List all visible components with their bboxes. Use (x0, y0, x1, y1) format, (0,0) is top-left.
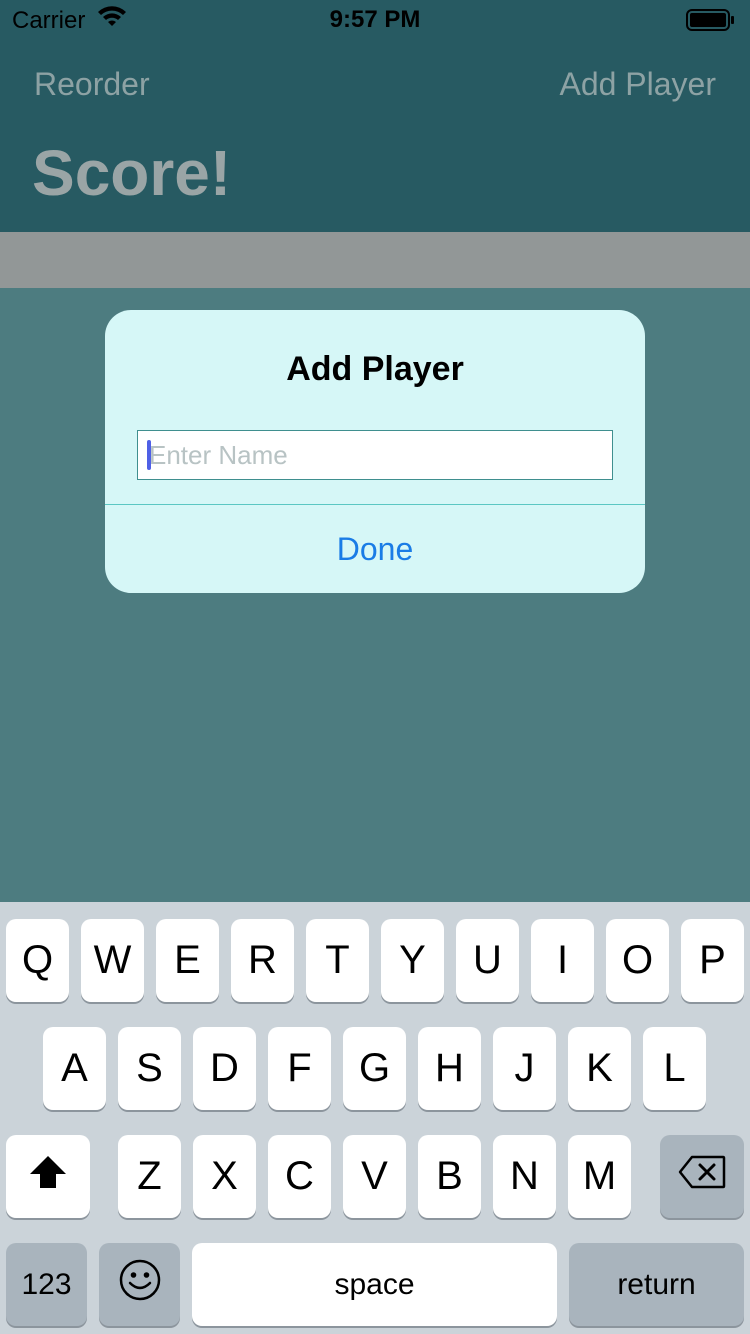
key-o[interactable]: O (606, 919, 669, 1002)
reorder-button[interactable]: Reorder (34, 66, 150, 103)
key-b[interactable]: B (418, 1135, 481, 1218)
key-k[interactable]: K (568, 1027, 631, 1110)
key-u[interactable]: U (456, 919, 519, 1002)
shift-icon (29, 1154, 67, 1199)
key-q[interactable]: Q (6, 919, 69, 1002)
backspace-key[interactable] (660, 1135, 744, 1218)
return-key[interactable]: return (569, 1243, 744, 1326)
backspace-icon (678, 1154, 726, 1199)
numbers-key[interactable]: 123 (6, 1243, 87, 1326)
battery-icon (686, 8, 736, 37)
key-h[interactable]: H (418, 1027, 481, 1110)
dialog-title: Add Player (286, 350, 464, 388)
keyboard: Q W E R T Y U I O P A S D F G H J K L Z … (0, 902, 750, 1334)
key-m[interactable]: M (568, 1135, 631, 1218)
key-y[interactable]: Y (381, 919, 444, 1002)
name-field[interactable] (137, 430, 613, 480)
name-input[interactable] (149, 431, 609, 479)
space-key[interactable]: space (192, 1243, 557, 1326)
status-bar: Carrier 9:57 PM (0, 0, 750, 40)
key-d[interactable]: D (193, 1027, 256, 1110)
key-l[interactable]: L (643, 1027, 706, 1110)
key-c[interactable]: C (268, 1135, 331, 1218)
key-i[interactable]: I (531, 919, 594, 1002)
key-v[interactable]: V (343, 1135, 406, 1218)
key-a[interactable]: A (43, 1027, 106, 1110)
add-player-dialog: Add Player Done (105, 310, 645, 593)
key-e[interactable]: E (156, 919, 219, 1002)
key-j[interactable]: J (493, 1027, 556, 1110)
key-w[interactable]: W (81, 919, 144, 1002)
key-g[interactable]: G (343, 1027, 406, 1110)
emoji-icon (119, 1259, 161, 1311)
key-z[interactable]: Z (118, 1135, 181, 1218)
header-strip (0, 232, 750, 288)
key-x[interactable]: X (193, 1135, 256, 1218)
key-t[interactable]: T (306, 919, 369, 1002)
emoji-key[interactable] (99, 1243, 180, 1326)
key-f[interactable]: F (268, 1027, 331, 1110)
add-player-button[interactable]: Add Player (559, 66, 716, 103)
done-button[interactable]: Done (105, 505, 645, 593)
status-time: 9:57 PM (329, 6, 421, 33)
shift-key[interactable] (6, 1135, 90, 1218)
page-title: Score! (32, 137, 232, 209)
key-r[interactable]: R (231, 919, 294, 1002)
key-n[interactable]: N (493, 1135, 556, 1218)
key-p[interactable]: P (681, 919, 744, 1002)
navigation-bar: Reorder Add Player Score! (0, 40, 750, 232)
key-s[interactable]: S (118, 1027, 181, 1110)
